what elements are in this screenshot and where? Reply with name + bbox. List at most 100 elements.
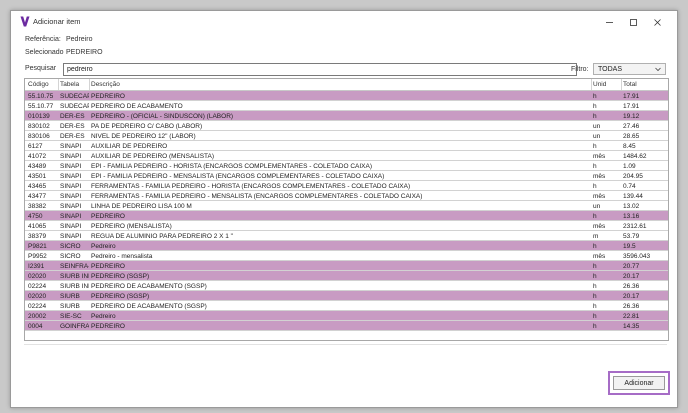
cell-tabela: SIURB INF xyxy=(60,272,89,280)
cell-codigo: 830102 xyxy=(28,122,50,130)
cell-total: 0.74 xyxy=(623,182,636,190)
results-table[interactable]: Código Tabela Descrição Unid Total 55.10… xyxy=(24,78,669,341)
cell-tabela: SUDECAP xyxy=(60,92,89,100)
cell-total: 26.36 xyxy=(623,282,640,290)
cell-descricao: PEDREIRO xyxy=(91,212,125,220)
cell-total: 19.5 xyxy=(623,242,636,250)
table-row[interactable]: 6127 SINAPI AUXILIAR DE PEDREIRO h 8.45 xyxy=(25,141,668,151)
cell-codigo: 02224 xyxy=(28,302,47,310)
cell-tabela: SICRO xyxy=(60,252,81,260)
cell-total: 20.17 xyxy=(623,292,640,300)
table-row[interactable]: 02224 SIURB INF PEDREIRO DE ACABAMENTO (SG… xyxy=(25,281,668,291)
cell-tabela: SIURB xyxy=(60,292,80,300)
cell-codigo: 43465 xyxy=(28,182,47,190)
cell-descricao: FERRAMENTAS - FAMILIA PEDREIRO - HORISTA… xyxy=(91,182,411,190)
table-row[interactable]: 830106 DER-ES NIVEL DE PEDREIRO 12" (LABOR… xyxy=(25,131,668,141)
cell-total: 1484.62 xyxy=(623,152,647,160)
title-bar[interactable]: Adicionar item xyxy=(11,11,677,33)
cell-unid: h xyxy=(593,112,597,120)
cell-tabela: SINAPI xyxy=(60,232,82,240)
cell-unid: mês xyxy=(593,252,606,260)
table-row[interactable]: 38382 SINAPI LINHA DE PEDREIRO LISA 100 M u… xyxy=(25,201,668,211)
cell-unid: h xyxy=(593,312,597,320)
cell-total: 19.12 xyxy=(623,112,640,120)
table-row[interactable]: 0004 GOINFRA PEDREIRO h 14.35 xyxy=(25,321,668,331)
cell-unid: h xyxy=(593,262,597,270)
cell-tabela: SEINFRA-C xyxy=(60,262,89,270)
cell-descricao: AUXILIAR DE PEDREIRO xyxy=(91,142,168,150)
cell-descricao: PEDREIRO - (OFICIAL - SINDUSCON) (LABOR) xyxy=(91,112,234,120)
cell-codigo: 55.10.75 xyxy=(28,92,54,100)
maximize-button[interactable] xyxy=(623,14,643,30)
cell-descricao: PEDREIRO xyxy=(91,92,125,100)
table-header: Código Tabela Descrição Unid Total xyxy=(25,79,668,91)
cell-codigo: 010139 xyxy=(28,112,50,120)
cell-tabela: SINAPI xyxy=(60,142,82,150)
search-input[interactable] xyxy=(63,63,577,76)
cell-codigo: 38382 xyxy=(28,202,47,210)
close-button[interactable] xyxy=(647,14,667,30)
cell-codigo: 02224 xyxy=(28,282,47,290)
cell-unid: mês xyxy=(593,192,606,200)
cell-total: 28.65 xyxy=(623,132,640,140)
table-row[interactable]: 43465 SINAPI FERRAMENTAS - FAMILIA PEDREIR… xyxy=(25,181,668,191)
column-header-tabela[interactable]: Tabela xyxy=(60,81,79,88)
table-row[interactable]: 38379 SINAPI REGUA DE ALUMINIO PARA PEDREI… xyxy=(25,231,668,241)
cell-codigo: 55.10.77 xyxy=(28,102,54,110)
cell-tabela: SINAPI xyxy=(60,212,82,220)
column-divider[interactable] xyxy=(591,79,592,90)
table-row[interactable]: 43477 SINAPI FERRAMENTAS - FAMILIA PEDREIR… xyxy=(25,191,668,201)
cell-descricao: REGUA DE ALUMINIO PARA PEDREIRO 2 X 1 " xyxy=(91,232,233,240)
cell-tabela: SIURB INF xyxy=(60,282,89,290)
column-divider[interactable] xyxy=(89,79,90,90)
column-header-unid[interactable]: Unid xyxy=(593,81,606,88)
cell-tabela: SINAPI xyxy=(60,192,82,200)
column-header-total[interactable]: Total xyxy=(623,81,637,88)
table-row[interactable]: I2391 SEINFRA-CPEDREIRO h 20.77 xyxy=(25,261,668,271)
table-row[interactable]: 41072 SINAPI AUXILIAR DE PEDREIRO (MENSALI… xyxy=(25,151,668,161)
cell-total: 8.45 xyxy=(623,142,636,150)
cell-codigo: 43501 xyxy=(28,172,47,180)
table-row[interactable]: 02020 SIURB PEDREIRO (SGSP) h 20.17 xyxy=(25,291,668,301)
cell-codigo: P9821 xyxy=(28,242,47,250)
cell-codigo: P9952 xyxy=(28,252,47,260)
cell-unid: un xyxy=(593,202,601,210)
cell-unid: h xyxy=(593,272,597,280)
filter-dropdown[interactable]: TODAS xyxy=(593,63,666,75)
cell-codigo: I2391 xyxy=(28,262,45,270)
table-row[interactable]: 41065 SINAPI PEDREIRO (MENSALISTA) mês 2312.… xyxy=(25,221,668,231)
referencia-value: Pedreiro xyxy=(66,36,93,43)
cell-total: 22.81 xyxy=(623,312,640,320)
cell-total: 3596.043 xyxy=(623,252,651,260)
cell-total: 2312.61 xyxy=(623,222,647,230)
table-row[interactable]: 20002 SIE-SC Pedreiro h 22.81 xyxy=(25,311,668,321)
table-row[interactable]: P9821 SICRO Pedreiro h 19.5 xyxy=(25,241,668,251)
table-row[interactable]: 43489 SINAPI EPI - FAMILIA PEDREIRO - HORI… xyxy=(25,161,668,171)
table-row[interactable]: 55.10.75 SUDECAP PEDREIRO h 17.91 xyxy=(25,91,668,101)
table-row[interactable]: 010139 DER-ES PEDREIRO - (OFICIAL - SINDUS… xyxy=(25,111,668,121)
table-row[interactable]: 43501 SINAPI EPI - FAMILIA PEDREIRO - MENS… xyxy=(25,171,668,181)
cell-descricao: Pedreiro xyxy=(91,242,116,250)
column-header-codigo[interactable]: Código xyxy=(28,81,49,88)
cell-total: 13.02 xyxy=(623,202,640,210)
table-row[interactable]: 55.10.77 SUDECAP PEDREIRO DE ACABAMENTO h 17… xyxy=(25,101,668,111)
table-row[interactable]: P9952 SICRO Pedreiro - mensalista mês 3596.0… xyxy=(25,251,668,261)
column-divider[interactable] xyxy=(621,79,622,90)
close-icon xyxy=(653,18,661,26)
cell-codigo: 02020 xyxy=(28,272,47,280)
table-row[interactable]: 02020 SIURB INF PEDREIRO (SGSP) h 20.17 xyxy=(25,271,668,281)
cell-tabela: SINAPI xyxy=(60,182,82,190)
minimize-button[interactable] xyxy=(599,14,619,30)
table-row[interactable]: 4750 SINAPI PEDREIRO h 13.16 xyxy=(25,211,668,221)
footer-divider xyxy=(24,344,667,345)
add-button[interactable]: Adicionar xyxy=(613,376,665,390)
column-header-descricao[interactable]: Descrição xyxy=(91,81,120,88)
table-row[interactable]: 02224 SIURB PEDREIRO DE ACABAMENTO (SGSP) h… xyxy=(25,301,668,311)
column-divider[interactable] xyxy=(58,79,59,90)
cell-total: 20.77 xyxy=(623,262,640,270)
cell-tabela: SICRO xyxy=(60,242,81,250)
table-row[interactable]: 830102 DER-ES PA DE PEDREIRO C/ CABO (LABO… xyxy=(25,121,668,131)
cell-descricao: FERRAMENTAS - FAMILIA PEDREIRO - MENSALI… xyxy=(91,192,423,200)
cell-total: 13.16 xyxy=(623,212,640,220)
cell-tabela: SINAPI xyxy=(60,202,82,210)
